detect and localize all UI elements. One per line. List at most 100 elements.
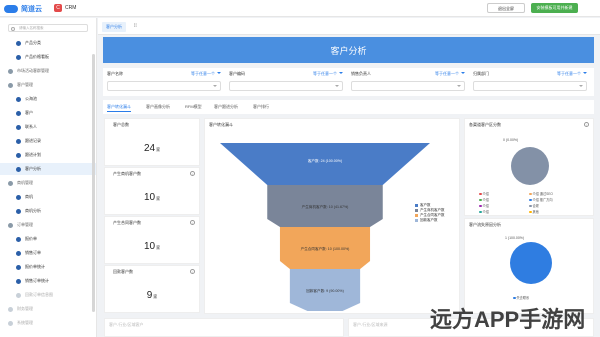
sidebar-item[interactable]: 商机管理 [0,177,96,189]
pie-legend-item[interactable]: 介绍 [479,209,489,214]
pie-legend-item[interactable]: 介绍 [479,197,489,202]
chevron-down-icon [335,85,339,87]
stat-number: 24 [143,143,156,154]
filter-select[interactable] [229,81,343,91]
stat-number: 10 [143,241,156,252]
brand-name: 简道云 [21,5,42,13]
sidebar-item[interactable]: 报价单统计 [0,261,96,273]
filter-mode-link[interactable]: 等于任意一个 [435,71,459,77]
filter-select[interactable] [473,81,587,91]
pie-legend-item[interactable]: 其他 [529,209,539,214]
stat-value: 9家 [105,290,199,301]
legend-label: 介绍 [482,198,489,202]
stat-unit: 家 [153,294,158,299]
sidebar-item-label: 商机管理 [17,180,33,185]
info-icon[interactable]: i [190,220,195,225]
page-icon [16,208,21,214]
sidebar-item[interactable]: 回款订单信息图 [0,289,96,301]
legend-swatch-icon [415,213,418,217]
chevron-down-icon[interactable] [583,72,587,74]
pie-legend-item[interactable]: 介绍 通过SEO [529,191,553,196]
funnel-data-label: 回款客户数: 9 (90.00%) [306,288,344,293]
folder-icon [8,306,13,312]
filter-sales-owner: 销售负责人 等于任意一个 [349,70,467,94]
legend-label: 介绍 推广方向 [532,198,553,202]
chevron-down-icon [213,85,217,87]
grid-icon[interactable]: ⁞⁞ [134,23,140,30]
sidebar-item[interactable]: 商机分析 [0,205,96,217]
sidebar-item[interactable]: 客户 [0,107,96,119]
sidebar-item[interactable]: 客户管理 [0,79,96,91]
subtab-funnel[interactable]: 客户转化漏斗 [107,102,131,112]
search-icon [11,26,15,31]
sidebar-item[interactable]: 报价单 [0,233,96,245]
sidebar-item[interactable]: 产品价格看板 [0,51,96,63]
filter-label: 客户名称 [107,71,123,76]
pie-legend-item[interactable]: 介绍 [479,191,489,196]
info-icon[interactable]: i [190,269,195,274]
sidebar-item[interactable]: 产品分类 [0,37,96,49]
sidebar-item[interactable]: 跟进计划 [0,149,96,161]
pie-legend-item[interactable]: 介绍 推广方向 [529,197,553,202]
filter-mode-link[interactable]: 等于任意一个 [313,71,337,77]
sidebar-scrollbar[interactable] [92,54,95,312]
page-icon [16,152,21,158]
tab-bar: 客户分析 ⁞⁞ [98,18,600,35]
sidebar-item[interactable]: 客户分析 [0,163,96,175]
pie-slice [511,147,549,185]
filter-select[interactable] [107,81,221,91]
chevron-down-icon[interactable] [461,72,465,74]
watermark-logo: 远方APP手游网 [430,307,586,332]
funnel-panel: 客户转化漏斗 客户数: 24 (100.00%) 产生商机客户数: 10 (41.… [204,118,460,314]
legend-dot-icon [529,210,532,214]
chevron-down-icon[interactable] [339,72,343,74]
sidebar-item[interactable]: 商机 [0,191,96,203]
subtab-ranking[interactable]: 客户排行 [253,102,269,112]
install-template-button[interactable]: 安装模板可用并新建 [531,3,578,13]
pie-legend-item[interactable]: 介绍 [479,203,489,208]
subtab-followup[interactable]: 客户跟进分析 [214,102,238,112]
sidebar-item[interactable]: 销售订单统计 [0,275,96,287]
tab-customer-analysis[interactable]: 客户分析 [102,22,126,32]
legend-swatch-icon [415,218,418,222]
funnel-data-label: 客户数: 24 (100.00%) [308,158,342,163]
chevron-down-icon [457,85,461,87]
funnel-stage[interactable] [220,143,430,185]
legend-dot-icon [479,210,482,214]
sidebar-item[interactable]: 系统管理 [0,317,96,329]
filter-select[interactable] [351,81,465,91]
sidebar-item-label: 商机 [25,194,33,199]
sidebar-item[interactable]: 公海池 [0,93,96,105]
app-switcher[interactable]: C CRM [54,4,76,12]
chevron-down-icon[interactable] [217,72,221,74]
filter-customer-code: 客户编码 等于任意一个 [227,70,345,94]
sidebar-item[interactable]: 财务管理 [0,303,96,315]
info-icon[interactable]: i [584,122,589,127]
sidebar-item[interactable]: 订单管理 [0,219,96,231]
exit-fullscreen-button[interactable]: 退出全屏 [487,3,525,13]
sidebar-search-input[interactable]: 请输入名称搜索 [8,24,88,32]
pie-legend-item: 失去联系 [513,295,529,300]
page-icon [16,194,21,200]
sidebar-item-label: 市场活动客群管理 [17,68,49,73]
top-bar: 简道云 C CRM 退出全屏 安装模板可用并新建 [0,0,600,17]
sidebar-item[interactable]: 跟进记录 [0,135,96,147]
sidebar-item-label: 系统管理 [17,320,33,325]
legend-item[interactable]: 回款客户数 [415,218,445,223]
stat-value: 10家 [105,192,199,203]
funnel-data-label: 产生商机客户数: 10 (41.67%) [302,204,349,209]
subtab-profile[interactable]: 客户画像分析 [146,102,170,112]
pie-legend-item[interactable]: 合规 [529,203,539,208]
subtab-rfm[interactable]: RFM模型 [185,102,202,112]
folder-icon [8,222,13,228]
info-icon[interactable]: i [190,171,195,176]
sidebar-item[interactable]: 市场活动客群管理 [0,65,96,77]
sidebar-item[interactable]: 联系人 [0,121,96,133]
brand-logo[interactable]: 简道云 [4,3,42,14]
filter-mode-link[interactable]: 等于任意一个 [191,71,215,77]
sidebar-item[interactable]: 销售订单 [0,247,96,259]
bottom-panel-left: 客户-行业/区域客户 [104,318,344,337]
page-title: 客户分析 [330,46,367,56]
page-icon [16,292,21,298]
filter-mode-link[interactable]: 等于任意一个 [557,71,581,77]
